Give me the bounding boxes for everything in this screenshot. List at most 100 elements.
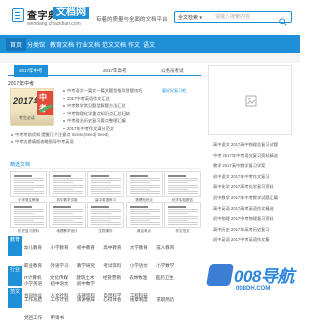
thumbnail-text-line	[52, 224, 83, 226]
news-item[interactable]: 中考语文一篇文一篇文题型指导答题技巧 要好好复习吧	[62, 88, 202, 96]
news-item[interactable]: 中考数学常见题型解题方法汇总	[62, 103, 202, 111]
side-category-item[interactable]: 初中语文 2017年中考作文复习	[210, 174, 294, 185]
thumbnail-title-line	[91, 175, 109, 177]
category-table: 教育 幼儿教育 小学教育 初中教育 高中教育 大学教育 成人教育 职业教育 外语…	[8, 236, 201, 320]
search-icon	[279, 18, 287, 26]
thumbnail-text-line	[91, 215, 121, 217]
news-item[interactable]: 中考政治历史复习要点整理汇编	[62, 118, 202, 126]
thumbnail-text-line	[129, 217, 160, 219]
nav-item-home[interactable]: 首页	[6, 38, 27, 51]
thumbnail-caption[interactable]: 历史复习资料	[10, 229, 47, 234]
search-button[interactable]	[279, 13, 289, 26]
category-label-education: 教育	[8, 236, 22, 256]
logo-icon[interactable]	[12, 8, 24, 22]
thumbnail-title-line	[14, 206, 32, 208]
news-tabs: 2017年中考 2017年高考 公务员考试	[8, 65, 201, 77]
news-item[interactable]: 中考考前须知 提醒几个注意点 Sense(Seed) Seed)	[10, 132, 200, 139]
document-thumbnail[interactable]	[48, 171, 86, 197]
watermark: 008导航 008DH.COM	[206, 262, 300, 300]
thumbnail-caption[interactable]: 地理教学设计	[49, 229, 86, 234]
nav-item-sample[interactable]: 范文文档	[102, 40, 126, 49]
logo-tag[interactable]: 文档网	[53, 7, 89, 19]
news-item[interactable]: 中考志愿填报攻略指导中考英语	[10, 139, 200, 146]
thumbnail-text-line	[52, 186, 83, 188]
document-thumbnail[interactable]	[48, 202, 86, 228]
document-thumbnail[interactable]	[87, 171, 124, 197]
news-bottom-list: 中考考前须知 提醒几个注意点 Sense(Seed) Seed) 中考志愿填报攻…	[10, 132, 200, 146]
search-input[interactable]	[215, 13, 273, 21]
watermark-text: 008导航	[234, 267, 294, 286]
document-thumbnail[interactable]	[125, 202, 163, 228]
category-link[interactable]: 成人教育	[156, 243, 174, 252]
category-link[interactable]: 医药卫生	[156, 273, 174, 282]
thumbnail-title-line	[129, 175, 148, 177]
thumbnail-text-line	[168, 186, 198, 188]
category-link[interactable]: 大学教育	[130, 243, 148, 252]
side-category-item[interactable]: 高中语文 2017高中物理总复习试题	[210, 142, 294, 153]
feature-image[interactable]: 2017年 中考 考生必读	[10, 88, 54, 126]
tab-gaokao[interactable]: 2017年高考	[100, 67, 130, 75]
search-type-select[interactable]: 全文检索 ▾	[178, 14, 202, 21]
tab-civil-service[interactable]: 公务员考试	[158, 67, 187, 75]
news-more-link[interactable]: 要好好复习吧	[162, 88, 186, 94]
side-category-item[interactable]: 高中历史 2017年高考历史复习	[210, 227, 294, 238]
category-link[interactable]: IT计算机	[24, 273, 42, 282]
side-category-item[interactable]: 初中英语 2017中考英语作文集	[210, 237, 294, 248]
category-link[interactable]: 小学教育	[50, 243, 68, 252]
category-link[interactable]: 文化传媒	[50, 273, 68, 282]
thumbnail-title-line	[91, 206, 109, 208]
thumbnail-text-line	[168, 180, 198, 182]
thumbnail-text-line	[91, 222, 121, 224]
tab-zhongkao[interactable]: 2017年中考	[14, 65, 48, 77]
document-thumbnail[interactable]	[125, 171, 163, 197]
document-thumbnail[interactable]	[164, 171, 201, 197]
document-thumbnail[interactable]	[87, 202, 124, 228]
side-category-item[interactable]: 中考 2017年中考语文复习资料精选	[210, 153, 294, 164]
side-image-panel[interactable]	[208, 65, 292, 135]
category-link[interactable]: 建筑土木	[76, 273, 94, 282]
thumbnail-text-line	[91, 224, 121, 226]
thumbnail-text-line	[52, 193, 83, 195]
category-link[interactable]: 幼儿教育	[24, 243, 42, 252]
thumbnail-text-line	[52, 191, 83, 193]
thumbnail-text-line	[52, 213, 73, 215]
thumbnail-text-line	[91, 213, 111, 215]
thumbnail-text-line	[52, 220, 73, 221]
thumbnail-text-line	[168, 193, 198, 195]
side-category-item[interactable]: 高中化学 2017高考化学复习资料	[210, 184, 294, 195]
news-item[interactable]: 中考物理化学重点知识点汇总归纳	[62, 111, 202, 119]
nav-item-categories[interactable]: 分类馆	[27, 40, 45, 49]
category-link[interactable]: 申请书	[50, 313, 64, 322]
nav-item-essay[interactable]: 作文	[128, 40, 140, 49]
document-thumbnail[interactable]	[10, 171, 47, 197]
document-thumbnail[interactable]	[10, 202, 47, 228]
category-label-sample: 范文	[8, 288, 22, 308]
category-link[interactable]: 初中教育	[77, 243, 95, 252]
news-item[interactable]: 2017中考英语作文汇总	[62, 96, 202, 104]
side-category-item[interactable]: 初中物理 2017中考物理复习资料	[210, 216, 294, 227]
side-category-item[interactable]: 高中英语 2017高考英语作文精选	[210, 206, 294, 217]
side-category-item[interactable]: 教学 2017高中数学复习学案	[210, 163, 294, 174]
document-thumbnails: 小学语文教案 初中数学试卷 高中英语练习 物理知识点 化学实验报告 历史复习资料 地理教学设…	[10, 171, 202, 233]
nav-item-industry[interactable]: 行业文档	[76, 40, 100, 49]
feature-image-sub: 考生必读	[19, 115, 35, 120]
thumbnail-caption[interactable]: 政治考点	[126, 229, 163, 234]
document-thumbnail[interactable]	[164, 202, 201, 228]
thumbnail-text-line	[91, 193, 121, 195]
thumbnail-text-line	[91, 220, 111, 221]
category-link[interactable]: 高中教育	[103, 243, 121, 252]
side-category-item[interactable]: 初中数学 2017年中考数学试题汇编	[210, 195, 294, 206]
thumbnail-caption[interactable]: 作文范文	[164, 229, 201, 234]
nav-item-chinese[interactable]: 语文	[143, 40, 155, 49]
thumbnail-text-line	[168, 191, 198, 193]
nav-item-education[interactable]: 教育文档	[50, 40, 74, 49]
side-category-list: 高中语文 2017高中物理总复习试题 中考 2017年中考语文复习资料精选 教学…	[210, 142, 294, 248]
thumbnail-text-line	[14, 195, 34, 196]
thumbnail-text-line	[129, 213, 150, 215]
thumbnail-text-line	[129, 193, 160, 195]
category-link[interactable]: 党团工作	[24, 313, 42, 322]
thumbnail-text-line	[91, 189, 111, 190]
category-link[interactable]: 农林牧渔	[129, 273, 147, 282]
category-link[interactable]: 经管营销	[103, 273, 121, 282]
thumbnail-caption[interactable]: 生物课件	[87, 229, 124, 234]
